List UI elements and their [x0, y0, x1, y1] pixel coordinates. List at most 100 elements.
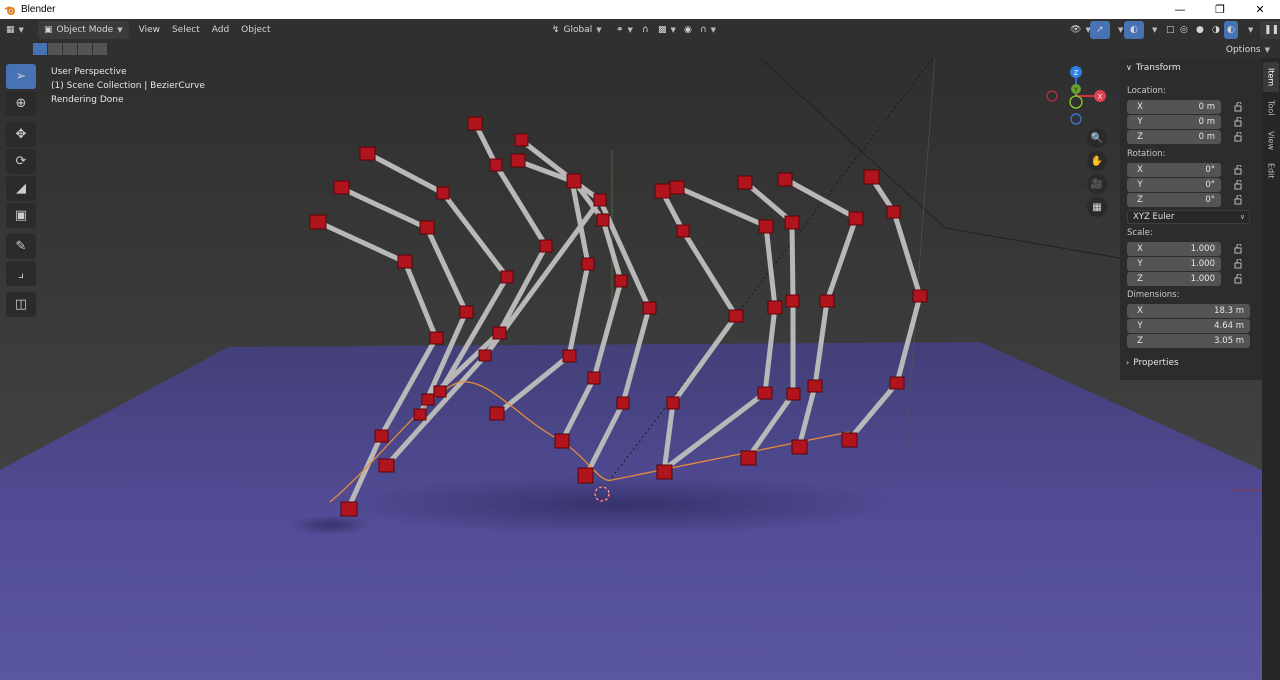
rotation-y-field[interactable]: Y 0° — [1127, 178, 1221, 192]
field-value: 4.64 m — [1214, 321, 1244, 331]
magnet-icon: ∩ — [642, 25, 649, 35]
field-value: 1.000 — [1190, 244, 1215, 254]
axis-label: Z — [1137, 274, 1143, 284]
transform-title: Transform — [1135, 63, 1181, 73]
shading-rendered[interactable]: ◐ — [1224, 21, 1238, 39]
properties-header[interactable]: › Properties — [1126, 358, 1179, 368]
shading-wireframe[interactable]: ◎ — [1178, 21, 1190, 39]
tab-edit[interactable]: Edit — [1263, 158, 1279, 184]
move-tool[interactable]: ✥ — [6, 122, 36, 147]
scale-tool[interactable]: ◢ — [6, 176, 36, 201]
crosshair-icon: ⊕ — [15, 96, 27, 111]
add-cube-tool[interactable]: ◫ — [6, 292, 36, 317]
gizmo-x-label: X — [1098, 93, 1103, 101]
cursor-tool[interactable]: ⊕ — [6, 91, 36, 116]
select-mode-group — [33, 43, 108, 55]
toolbar: ➢ ⊕ ✥ ⟳ ◢ ▣ ✎ ⌟ ◫ — [6, 64, 38, 319]
orientation-icon: ↯ — [552, 25, 560, 35]
ground-shadow — [290, 515, 370, 535]
mode-label: Object Mode — [56, 25, 114, 35]
scale-x-field[interactable]: X 1.000 — [1127, 242, 1221, 256]
transform-header[interactable]: ∨ Transform — [1126, 63, 1181, 73]
tab-item[interactable]: Item — [1263, 62, 1279, 92]
ground-shadow — [340, 475, 900, 535]
dimensions-label: Dimensions: — [1127, 290, 1180, 300]
collection-label: (1) Scene Collection | BezierCurve — [51, 81, 205, 91]
lock-icon[interactable] — [1234, 165, 1244, 175]
lock-icon[interactable] — [1234, 180, 1244, 190]
location-x-field[interactable]: X 0 m — [1127, 100, 1221, 114]
dimensions-z-field[interactable]: Z 3.05 m — [1127, 334, 1250, 348]
shading-material[interactable]: ◑ — [1210, 21, 1222, 39]
scale-y-field[interactable]: Y 1.000 — [1127, 257, 1221, 271]
overlays-toggle[interactable]: ◐ — [1124, 21, 1144, 39]
field-value: 0 m — [1198, 117, 1215, 127]
rotation-mode-select[interactable]: XYZ Euler ∨ — [1127, 210, 1250, 224]
eye-icon: 👁 — [1070, 25, 1082, 35]
field-value: 0° — [1205, 165, 1215, 175]
lock-icon[interactable] — [1234, 117, 1244, 127]
select-invert-icon[interactable] — [78, 43, 92, 55]
select-intersect-icon[interactable] — [93, 43, 107, 55]
pivot-point-dropdown[interactable]: ⚭ ▼ — [610, 21, 639, 39]
scale-icon: ◢ — [16, 181, 26, 196]
rotation-z-field[interactable]: Z 0° — [1127, 193, 1221, 207]
editor-type-button[interactable]: ▦ ▼ — [0, 21, 34, 39]
gizmo-toggle[interactable]: ↗ — [1090, 21, 1110, 39]
shading-dropdown[interactable]: ▼ — [1242, 21, 1255, 39]
gizmo-z-label: Z — [1074, 69, 1079, 77]
select-box-tool[interactable]: ➢ — [6, 64, 36, 89]
3d-viewport[interactable]: Z Y X — [0, 58, 1262, 680]
lock-icon[interactable] — [1234, 274, 1244, 284]
transform-orientation-dropdown[interactable]: ↯ Global ▼ — [546, 21, 608, 39]
menu-object[interactable]: Object — [235, 21, 276, 39]
sidebar-toggle[interactable]: ❚❚ — [1260, 21, 1280, 39]
pan-hand-icon[interactable]: ✋ — [1087, 151, 1107, 171]
mode-dropdown[interactable]: ▣ Object Mode ▼ — [38, 21, 129, 39]
transform-tool[interactable]: ▣ — [6, 203, 36, 228]
location-z-field[interactable]: Z 0 m — [1127, 130, 1221, 144]
editor-type-icon: ▦ — [6, 25, 15, 35]
lock-icon[interactable] — [1234, 195, 1244, 205]
menu-add[interactable]: Add — [206, 21, 235, 39]
shading-solid[interactable]: ● — [1194, 21, 1206, 39]
cursor-arrow-icon: ➢ — [15, 69, 27, 84]
camera-icon[interactable]: 🎥 — [1087, 174, 1107, 194]
tool-settings-bar — [0, 41, 1280, 58]
options-label: Options — [1225, 44, 1261, 55]
chevron-down-icon: ▼ — [1118, 26, 1124, 34]
chevron-down-icon: ▼ — [1152, 26, 1158, 34]
lock-icon[interactable] — [1234, 244, 1244, 254]
minimize-icon[interactable]: — — [1160, 0, 1200, 19]
scale-z-field[interactable]: Z 1.000 — [1127, 272, 1221, 286]
tab-tool[interactable]: Tool — [1263, 94, 1279, 122]
location-y-field[interactable]: Y 0 m — [1127, 115, 1221, 129]
rotation-x-field[interactable]: X 0° — [1127, 163, 1221, 177]
dimensions-y-field[interactable]: Y 4.64 m — [1127, 319, 1250, 333]
wireframe-shading-icon: ◎ — [1180, 25, 1188, 35]
select-extend-icon[interactable] — [48, 43, 62, 55]
axis-label: X — [1137, 306, 1143, 316]
annotate-tool[interactable]: ✎ — [6, 234, 36, 259]
window-title: Blender — [21, 4, 56, 15]
perspective-label: User Perspective — [51, 67, 127, 77]
zoom-icon[interactable]: 🔍 — [1087, 128, 1107, 148]
lock-icon[interactable] — [1234, 259, 1244, 269]
select-new-icon[interactable] — [33, 43, 47, 55]
tab-view[interactable]: View — [1263, 126, 1279, 154]
dimensions-x-field[interactable]: X 18.3 m — [1127, 304, 1250, 318]
menu-view[interactable]: View — [133, 21, 166, 39]
field-value: 1.000 — [1190, 259, 1215, 269]
measure-tool[interactable]: ⌟ — [6, 261, 36, 286]
perspective-grid-icon[interactable]: ▦ — [1087, 197, 1107, 217]
field-value: 3.05 m — [1214, 336, 1244, 346]
select-subtract-icon[interactable] — [63, 43, 77, 55]
close-icon[interactable]: ✕ — [1240, 0, 1280, 19]
options-dropdown[interactable]: Options ▼ — [1220, 42, 1276, 57]
rotate-tool[interactable]: ⟳ — [6, 149, 36, 174]
menu-select[interactable]: Select — [166, 21, 206, 39]
lock-icon[interactable] — [1234, 102, 1244, 112]
lock-icon[interactable] — [1234, 132, 1244, 142]
restore-icon[interactable]: ❐ — [1200, 0, 1240, 19]
falloff-dropdown[interactable]: ∩ ▼ — [694, 21, 722, 39]
